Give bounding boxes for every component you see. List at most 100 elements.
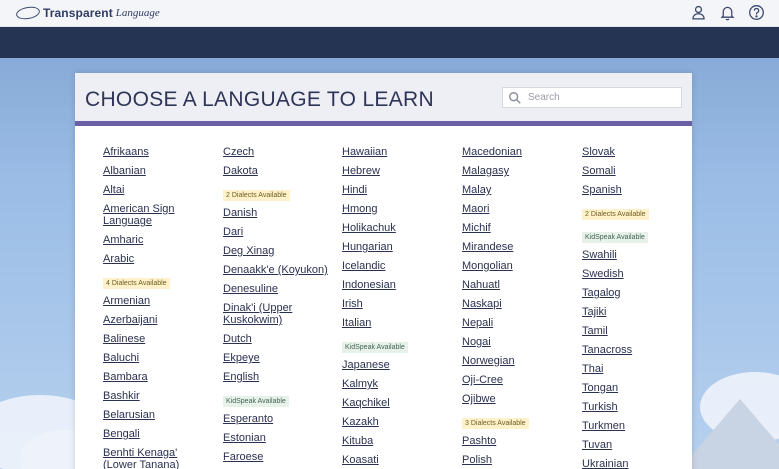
transparent-language-logo[interactable]: Transparent Language	[15, 5, 160, 21]
language-link[interactable]: Kalmyk	[342, 378, 452, 390]
language-column-3: Hawaiian Hebrew Hindi Hmong Holikachuk Hungar…	[342, 146, 452, 469]
language-link[interactable]: Indonesian	[342, 279, 452, 291]
language-link[interactable]: Malagasy	[462, 165, 572, 177]
language-link[interactable]: Afrikaans	[103, 146, 213, 158]
language-link[interactable]: Hawaiian	[342, 146, 452, 158]
language-link[interactable]: Arabic	[103, 253, 213, 265]
language-link[interactable]: Baluchi	[103, 352, 213, 364]
logo-sub-text: Language	[115, 7, 160, 19]
language-link[interactable]: Czech	[223, 146, 333, 158]
language-link[interactable]: Benhti Kenaga' (Lower Tanana)	[103, 447, 213, 469]
language-link[interactable]: Nepali	[462, 317, 572, 329]
language-link[interactable]: Macedonian	[462, 146, 572, 158]
language-column-4: Macedonian Malagasy Malay Maori Michif Mirand…	[462, 146, 572, 469]
language-link[interactable]: Kituba	[342, 435, 452, 447]
language-link[interactable]: Slovak	[582, 146, 692, 158]
language-link[interactable]: Tongan	[582, 382, 692, 394]
language-link[interactable]: Michif	[462, 222, 572, 234]
kidspeak-badge: KidSpeak Available	[342, 342, 408, 353]
language-link[interactable]: Esperanto	[223, 413, 333, 425]
language-column-2: Czech Dakota 2 Dialects Available Danish Dar…	[223, 146, 333, 469]
language-link[interactable]: Ekpeye	[223, 352, 333, 364]
badge-row: 4 Dialects Available	[103, 272, 213, 295]
language-link[interactable]: Malay	[462, 184, 572, 196]
language-link[interactable]: Tagalog	[582, 287, 692, 299]
language-link[interactable]: Dakota	[223, 165, 333, 177]
language-link[interactable]: Holikachuk	[342, 222, 452, 234]
bell-icon[interactable]	[719, 4, 736, 21]
language-link[interactable]: Armenian	[103, 295, 213, 307]
language-link[interactable]: Tuvan	[582, 439, 692, 451]
language-link[interactable]: Somali	[582, 165, 692, 177]
language-link[interactable]: Bambara	[103, 371, 213, 383]
language-link[interactable]: Norwegian	[462, 355, 572, 367]
dialects-badge: 2 Dialects Available	[223, 190, 290, 201]
language-link[interactable]: Nahuatl	[462, 279, 572, 291]
language-link[interactable]: Bengali	[103, 428, 213, 440]
language-link[interactable]: Mongolian	[462, 260, 572, 272]
top-header: Transparent Language	[0, 0, 779, 27]
language-link[interactable]: Turkish	[582, 401, 692, 413]
language-link[interactable]: Denaakk'e (Koyukon)	[223, 264, 333, 276]
language-link[interactable]: Italian	[342, 317, 452, 329]
profile-icon[interactable]	[690, 4, 707, 21]
language-link[interactable]: Balinese	[103, 333, 213, 345]
dialects-badge: 4 Dialects Available	[103, 278, 170, 289]
language-link[interactable]: Altai	[103, 184, 213, 196]
language-link[interactable]: Irish	[342, 298, 452, 310]
language-column-5: Slovak Somali Spanish 2 Dialects Available K…	[582, 146, 692, 469]
language-link[interactable]: Hmong	[342, 203, 452, 215]
language-link[interactable]: Pashto	[462, 435, 572, 447]
language-link[interactable]: Ojibwe	[462, 393, 572, 405]
language-link[interactable]: Spanish	[582, 184, 692, 196]
language-link[interactable]: Maori	[462, 203, 572, 215]
mountain-decoration	[680, 399, 779, 469]
language-link[interactable]: Tamil	[582, 325, 692, 337]
language-link[interactable]: Ukrainian	[582, 458, 692, 469]
language-link[interactable]: Tajiki	[582, 306, 692, 318]
panel-header: CHOOSE A LANGUAGE TO LEARN	[75, 73, 692, 126]
language-link[interactable]: Denesuline	[223, 283, 333, 295]
language-link[interactable]: Swahili	[582, 249, 692, 261]
search-icon	[508, 91, 522, 105]
language-link[interactable]: Swedish	[582, 268, 692, 280]
language-link[interactable]: Hindi	[342, 184, 452, 196]
language-link[interactable]: Faroese	[223, 451, 333, 463]
language-link[interactable]: Kaqchikel	[342, 397, 452, 409]
language-link[interactable]: Belarusian	[103, 409, 213, 421]
language-link[interactable]: Japanese	[342, 359, 452, 371]
logo-swoosh-icon	[15, 5, 41, 21]
language-link[interactable]: Hungarian	[342, 241, 452, 253]
language-link[interactable]: Naskapi	[462, 298, 572, 310]
badge-row: 2 Dialects Available	[223, 184, 333, 207]
language-link[interactable]: Albanian	[103, 165, 213, 177]
language-link[interactable]: Dinak'i (Upper Kuskokwim)	[223, 302, 333, 326]
logo-main-text: Transparent	[43, 6, 113, 20]
help-icon[interactable]	[748, 4, 765, 21]
language-link[interactable]: Mirandese	[462, 241, 572, 253]
language-link[interactable]: American Sign Language	[103, 203, 213, 227]
language-link[interactable]: Amharic	[103, 234, 213, 246]
language-link[interactable]: English	[223, 371, 333, 383]
language-link[interactable]: Thai	[582, 363, 692, 375]
language-link[interactable]: Danish	[223, 207, 333, 219]
language-link[interactable]: Turkmen	[582, 420, 692, 432]
language-link[interactable]: Oji-Cree	[462, 374, 572, 386]
language-link[interactable]: Kazakh	[342, 416, 452, 428]
language-link[interactable]: Hebrew	[342, 165, 452, 177]
language-link[interactable]: Tanacross	[582, 344, 692, 356]
language-link[interactable]: Dari	[223, 226, 333, 238]
language-link[interactable]: Azerbaijani	[103, 314, 213, 326]
page-title: CHOOSE A LANGUAGE TO LEARN	[85, 88, 434, 111]
language-link[interactable]: Dutch	[223, 333, 333, 345]
language-link[interactable]: Estonian	[223, 432, 333, 444]
language-link[interactable]: Polish	[462, 454, 572, 466]
search-box[interactable]	[502, 87, 682, 108]
language-link[interactable]: Koasati	[342, 454, 452, 466]
badge-row: KidSpeak Available	[342, 336, 452, 359]
search-input[interactable]	[528, 92, 668, 103]
language-link[interactable]: Bashkir	[103, 390, 213, 402]
language-link[interactable]: Deg Xinag	[223, 245, 333, 257]
language-link[interactable]: Nogai	[462, 336, 572, 348]
language-link[interactable]: Icelandic	[342, 260, 452, 272]
